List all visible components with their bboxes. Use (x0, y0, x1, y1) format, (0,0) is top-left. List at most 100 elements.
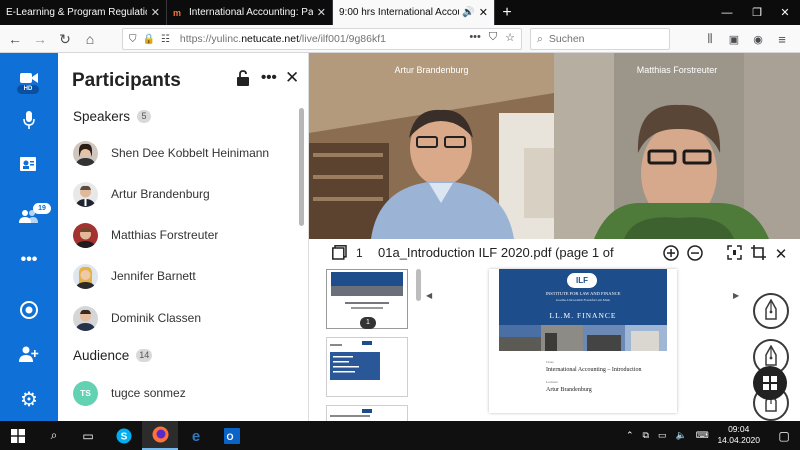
thumbnail-page-badge: 1 (360, 317, 376, 329)
search-icon: ⌕ (537, 32, 543, 45)
tab-live-session[interactable]: 9:00 hrs International Accou 🔊 ✕ (333, 0, 495, 25)
close-panel-icon[interactable]: ✕ (285, 68, 299, 88)
panel-scrollbar[interactable] (299, 108, 304, 226)
svg-text:S: S (121, 431, 128, 442)
audio-playing-icon[interactable]: 🔊 (462, 7, 474, 18)
thumbnail-page-2[interactable] (326, 337, 408, 397)
participants-panel: Participants ••• ✕ Speakers 5 Shen Dee Ko… (58, 53, 309, 421)
minimize-icon[interactable]: — (712, 0, 742, 25)
close-tab-icon[interactable]: ✕ (151, 6, 160, 19)
bookmark-star-icon[interactable]: ☆ (505, 31, 515, 44)
tab-label: 9:00 hrs International Accou (339, 7, 460, 18)
slide-course: International Accounting – Introduction (546, 367, 642, 373)
participant-row[interactable]: Dominik Classen (58, 298, 298, 338)
participant-row[interactable]: Shen Dee Kobbelt Heinimann (58, 133, 298, 173)
search-taskbar-icon[interactable]: ⌕ (36, 421, 72, 450)
volume-icon[interactable]: 🔈 (676, 430, 687, 441)
page-number: 1 (356, 246, 363, 260)
close-window-icon[interactable]: ✕ (770, 0, 800, 25)
fit-to-screen-icon[interactable] (725, 245, 743, 263)
close-tab-icon[interactable]: ✕ (479, 6, 488, 19)
search-input[interactable]: ⌕ Suchen (530, 28, 670, 50)
zoom-out-icon[interactable] (686, 245, 704, 264)
participant-row[interactable]: Matthias Forstreuter (58, 215, 298, 255)
shared-content-icon[interactable] (0, 150, 58, 180)
clock-time: 09:04 (728, 424, 750, 434)
more-options-icon[interactable]: ••• (0, 245, 58, 275)
tab-label: International Accounting: Partic (189, 7, 313, 18)
participant-name: Matthias Forstreuter (111, 228, 219, 242)
slide-photo-strip (499, 325, 667, 351)
forward-icon[interactable]: → (30, 29, 50, 49)
url-bar[interactable]: ⛉ 🔒 ☷ https://yulinc.netucate.net/live/i… (122, 28, 522, 50)
new-tab-button[interactable]: + (495, 0, 519, 25)
participant-count-badge: 19 (33, 203, 51, 214)
prev-page-icon[interactable]: ◀ (426, 291, 432, 300)
firefox-icon[interactable] (142, 421, 178, 450)
menu-icon[interactable]: ≡ (772, 29, 792, 49)
tab-elearning[interactable]: E-Learning & Program Regulations ✕ (0, 0, 167, 25)
zoom-in-icon[interactable] (662, 245, 680, 264)
close-tab-icon[interactable]: ✕ (317, 6, 326, 19)
skype-icon[interactable]: S (106, 421, 142, 450)
video-tile-speaker-2[interactable]: Matthias Forstreuter (554, 53, 800, 239)
lock-icon[interactable]: 🔒 (143, 34, 155, 45)
participant-row[interactable]: Artur Brandenburg (58, 174, 298, 214)
microphone-icon[interactable] (0, 105, 58, 135)
task-view-icon[interactable]: ▭ (70, 421, 106, 450)
thumbnail-scrollbar[interactable] (416, 269, 421, 301)
thumbnail-page-1[interactable]: 1 (326, 269, 408, 329)
participant-name: Dominik Classen (111, 311, 202, 325)
svg-text:e: e (192, 428, 200, 444)
pocket-icon[interactable]: ⛉ (489, 31, 497, 44)
restore-icon[interactable]: ❐ (742, 0, 772, 25)
avatar (73, 181, 98, 207)
keyboard-icon[interactable]: ⌨ (696, 430, 709, 441)
library-icon[interactable]: ⫼ (700, 29, 720, 49)
next-page-icon[interactable]: ▶ (733, 291, 739, 300)
permissions-icon[interactable]: ☷ (161, 34, 170, 45)
sidebar-icon[interactable]: ▣ (724, 29, 744, 49)
panel-more-icon[interactable]: ••• (261, 69, 277, 86)
slide-university: Goethe-Universität Frankfurt am Main (555, 298, 611, 302)
slide-institute: INSTITUTE FOR LAW AND FINANCE (545, 291, 621, 296)
clock-date: 14.04.2020 (717, 435, 760, 445)
tab-international-accounting[interactable]: m International Accounting: Partic ✕ (167, 0, 333, 25)
page-actions-icon[interactable]: ••• (469, 31, 481, 44)
windows-start-icon[interactable] (0, 421, 36, 450)
thumbnail-preview (330, 341, 380, 380)
account-icon[interactable]: ◉ (748, 29, 768, 49)
video-frame (309, 53, 554, 239)
participant-row[interactable]: Jennifer Barnett (58, 256, 298, 296)
system-tray: ⌃ ⧉ ▭ 🔈 ⌨ (626, 421, 709, 450)
add-user-icon[interactable] (0, 339, 58, 369)
outlook-icon[interactable]: O (214, 421, 250, 450)
close-presentation-icon[interactable]: ✕ (772, 245, 790, 263)
home-icon[interactable]: ⌂ (80, 29, 100, 49)
browser-nav-bar: ← → ↻ ⌂ ⛉ 🔒 ☷ https://yulinc.netucate.ne… (0, 25, 800, 53)
notifications-icon[interactable]: ▢ (768, 421, 800, 450)
slide-canvas: ILF INSTITUTE FOR LAW AND FINANCE Goethe… (489, 269, 677, 413)
back-icon[interactable]: ← (5, 29, 25, 49)
show-hidden-icons-icon[interactable]: ⌃ (626, 430, 634, 441)
record-icon[interactable] (0, 295, 58, 325)
shield-icon[interactable]: ⛉ (129, 34, 137, 45)
edge-icon[interactable]: e (178, 421, 214, 450)
app-side-rail: HD 19 ••• ⚙ (0, 53, 58, 421)
pages-icon[interactable] (330, 245, 348, 263)
unlock-icon[interactable] (236, 70, 250, 90)
taskbar-clock[interactable]: 09:04 14.04.2020 (717, 424, 760, 446)
hd-badge[interactable]: HD (17, 85, 39, 94)
pen-tool-icon[interactable] (753, 293, 789, 329)
settings-gear-icon[interactable]: ⚙ (0, 384, 58, 414)
video-tile-speaker-1[interactable]: Artur Brandenburg (309, 53, 554, 239)
initials-avatar: TS (73, 380, 98, 406)
video-participant-name: Matthias Forstreuter (636, 65, 718, 75)
slide-course-label: Class (546, 360, 554, 364)
network-icon[interactable]: ⧉ (643, 430, 649, 441)
crop-icon[interactable] (749, 245, 767, 263)
tools-grid-button[interactable] (753, 366, 787, 400)
reload-icon[interactable]: ↻ (55, 29, 75, 49)
battery-icon[interactable]: ▭ (658, 430, 667, 441)
participant-row[interactable]: TS tugce sonmez (58, 373, 298, 413)
